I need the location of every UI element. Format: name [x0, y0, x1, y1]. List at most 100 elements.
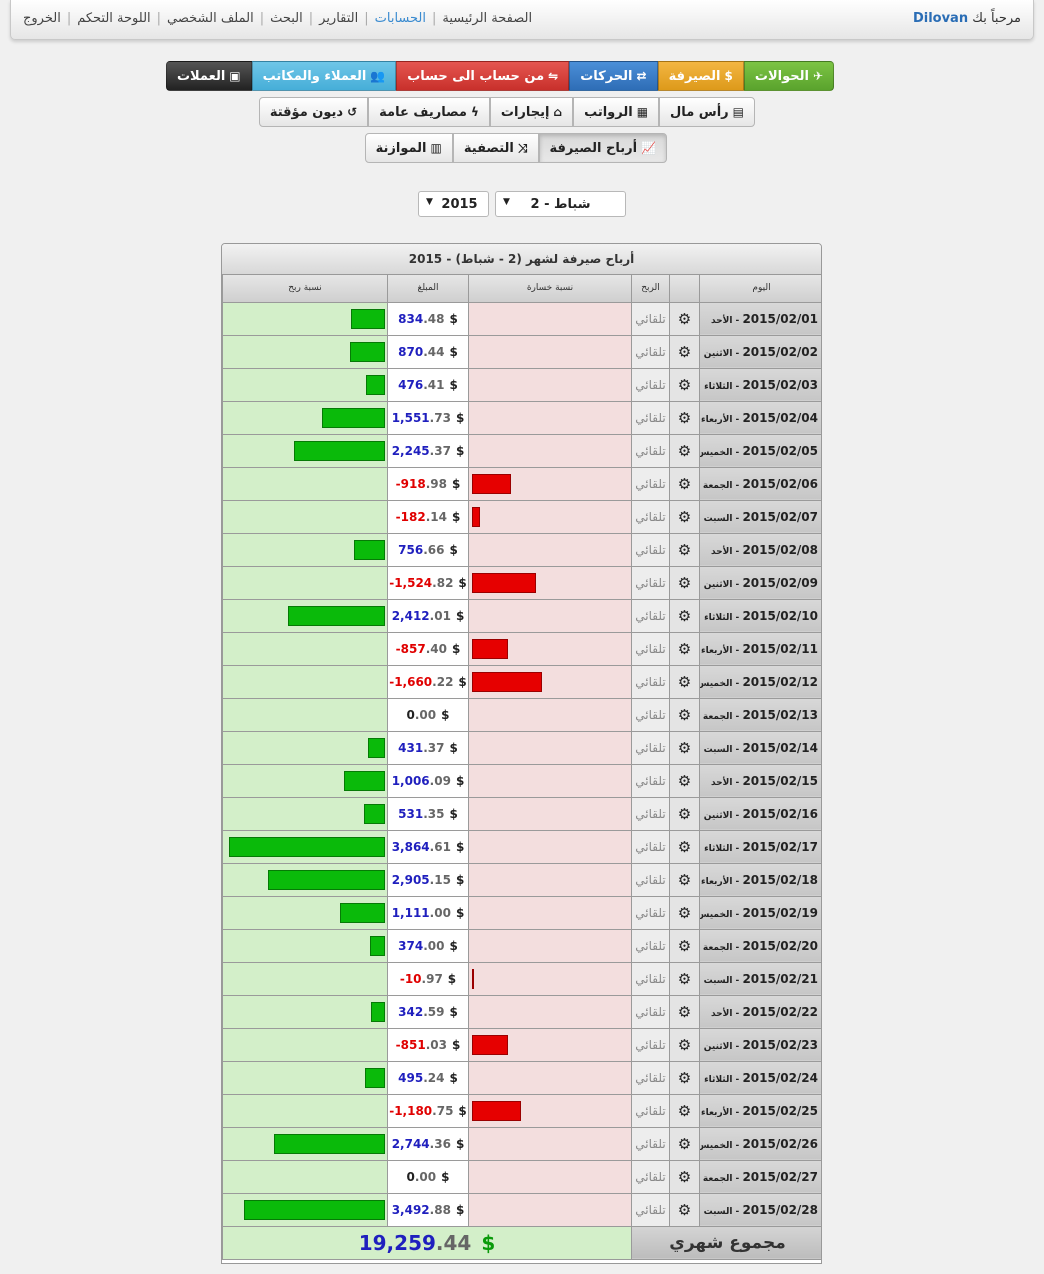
amount-dec: .22	[432, 674, 454, 689]
row-settings[interactable]: ⚙	[669, 433, 700, 468]
total-row: مجموع شهري 19,259.44 $	[222, 1225, 821, 1260]
gear-icon[interactable]: ⚙	[678, 343, 691, 361]
dayname-text: - الخميس	[699, 1140, 743, 1151]
gear-icon[interactable]: ⚙	[678, 970, 691, 988]
currency-symbol: $	[458, 575, 467, 590]
row-settings[interactable]: ⚙	[669, 961, 700, 996]
nav-accounts[interactable]: الحسابات	[375, 11, 426, 26]
salaries-button[interactable]: ▦ الرواتب	[573, 97, 660, 127]
gear-icon[interactable]: ⚙	[678, 508, 691, 526]
row-settings[interactable]: ⚙	[669, 664, 700, 699]
gear-icon[interactable]: ⚙	[678, 706, 691, 724]
profit-mode: تلقائي	[631, 829, 670, 864]
currencies-button[interactable]: ▣ العملات	[165, 61, 252, 91]
gear-icon[interactable]: ⚙	[678, 673, 691, 691]
gear-icon[interactable]: ⚙	[678, 1135, 691, 1153]
gear-icon[interactable]: ⚙	[678, 871, 691, 889]
row-settings[interactable]: ⚙	[669, 1060, 700, 1095]
row-settings[interactable]: ⚙	[669, 763, 700, 798]
row-settings[interactable]: ⚙	[669, 730, 700, 765]
gear-icon[interactable]: ⚙	[678, 574, 691, 592]
row-settings[interactable]: ⚙	[669, 334, 700, 369]
gear-icon[interactable]: ⚙	[678, 1069, 691, 1087]
balance-button[interactable]: ▥ الموازنة	[364, 133, 453, 163]
gear-icon[interactable]: ⚙	[678, 805, 691, 823]
row-settings[interactable]: ⚙	[669, 367, 700, 402]
table-row: 2015/02/05 - الخميس ⚙ تلقائي 2,245.37 $	[222, 433, 821, 468]
row-settings[interactable]: ⚙	[669, 862, 700, 897]
temp-debts-button[interactable]: ↺ ديون مؤقتة	[258, 97, 369, 127]
account-transfer-button[interactable]: ⇋ من حساب الى حساب	[396, 61, 570, 91]
gear-icon[interactable]: ⚙	[678, 904, 691, 922]
row-settings[interactable]: ⚙	[669, 565, 700, 600]
username-link[interactable]: Dilovan	[913, 11, 968, 26]
date-text: 2015/02/01	[742, 311, 818, 326]
gear-icon[interactable]: ⚙	[678, 772, 691, 790]
day-cell: 2015/02/23 - الاثنين	[699, 1027, 821, 1062]
row-settings[interactable]: ⚙	[669, 829, 700, 864]
row-settings[interactable]: ⚙	[669, 895, 700, 930]
row-settings[interactable]: ⚙	[669, 994, 700, 1029]
nav-profile[interactable]: الملف الشخصي	[167, 11, 254, 26]
amount-int: 1,551	[391, 410, 430, 425]
row-settings[interactable]: ⚙	[669, 1027, 700, 1062]
gear-icon[interactable]: ⚙	[678, 838, 691, 856]
nav-home[interactable]: الصفحة الرئيسية	[442, 11, 532, 26]
gear-icon[interactable]: ⚙	[678, 937, 691, 955]
gear-icon[interactable]: ⚙	[678, 475, 691, 493]
header-amount: المبلغ	[387, 275, 469, 303]
row-settings[interactable]: ⚙	[669, 1159, 700, 1194]
gear-icon[interactable]: ⚙	[678, 1036, 691, 1054]
nav-reports[interactable]: التقارير	[319, 11, 358, 26]
profit-mode: تلقائي	[631, 1192, 670, 1227]
row-settings[interactable]: ⚙	[669, 1126, 700, 1161]
row-settings[interactable]: ⚙	[669, 631, 700, 666]
nav-search[interactable]: البحث	[270, 11, 303, 26]
exchange-profits-button[interactable]: 📈 أرباح الصيرفة	[538, 133, 667, 163]
row-settings[interactable]: ⚙	[669, 598, 700, 633]
amount-dec: .00	[414, 707, 437, 722]
amount-cell: 1,111.00 $	[387, 895, 469, 930]
gear-icon[interactable]: ⚙	[678, 1201, 691, 1219]
gear-icon[interactable]: ⚙	[678, 1168, 691, 1186]
amount-cell: 495.24 $	[387, 1060, 469, 1095]
gear-icon[interactable]: ⚙	[678, 640, 691, 658]
settlement-button[interactable]: ⤨ التصفية	[452, 133, 539, 163]
row-settings[interactable]: ⚙	[669, 532, 700, 567]
gear-icon[interactable]: ⚙	[678, 541, 691, 559]
row-settings[interactable]: ⚙	[669, 1192, 700, 1227]
rents-button[interactable]: ⌂ إيجارات	[489, 97, 574, 127]
nav-separator: |	[259, 11, 265, 26]
row-settings[interactable]: ⚙	[669, 301, 700, 336]
general-expenses-button[interactable]: ϟ مصاريف عامة	[368, 97, 490, 127]
gear-icon[interactable]: ⚙	[678, 310, 691, 328]
year-select[interactable]: 2015 ▼	[418, 191, 489, 217]
transfers-button[interactable]: ✈ الحوالات	[743, 61, 834, 91]
row-settings[interactable]: ⚙	[669, 466, 700, 501]
header-day: اليوم	[699, 275, 821, 303]
gear-icon[interactable]: ⚙	[678, 607, 691, 625]
month-select[interactable]: 2 - شباط ▼	[495, 191, 626, 217]
amount-dec: .40	[425, 641, 447, 656]
gear-icon[interactable]: ⚙	[678, 409, 691, 427]
gear-icon[interactable]: ⚙	[678, 376, 691, 394]
capital-button[interactable]: ▤ رأس مال	[659, 97, 755, 127]
exchange-button[interactable]: $ الصيرفة	[657, 61, 744, 91]
gear-icon[interactable]: ⚙	[678, 442, 691, 460]
nav-control-panel[interactable]: اللوحة التحكم	[77, 11, 150, 26]
row-settings[interactable]: ⚙	[669, 400, 700, 435]
report-title: أرباح صيرفة لشهر (2 - شباط) - 2015	[222, 244, 821, 275]
row-settings[interactable]: ⚙	[669, 697, 700, 732]
amount-cell: 834.48 $	[387, 301, 469, 336]
row-settings[interactable]: ⚙	[669, 1093, 700, 1128]
gear-icon[interactable]: ⚙	[678, 1102, 691, 1120]
profit-mode: تلقائي	[631, 796, 670, 831]
row-settings[interactable]: ⚙	[669, 499, 700, 534]
row-settings[interactable]: ⚙	[669, 796, 700, 831]
gear-icon[interactable]: ⚙	[678, 739, 691, 757]
movements-button[interactable]: ⇄ الحركات	[569, 61, 658, 91]
row-settings[interactable]: ⚙	[669, 928, 700, 963]
gear-icon[interactable]: ⚙	[678, 1003, 691, 1021]
nav-logout[interactable]: الخروج	[23, 11, 61, 26]
clients-offices-button[interactable]: 👥 العملاء والمكاتب	[251, 61, 397, 91]
